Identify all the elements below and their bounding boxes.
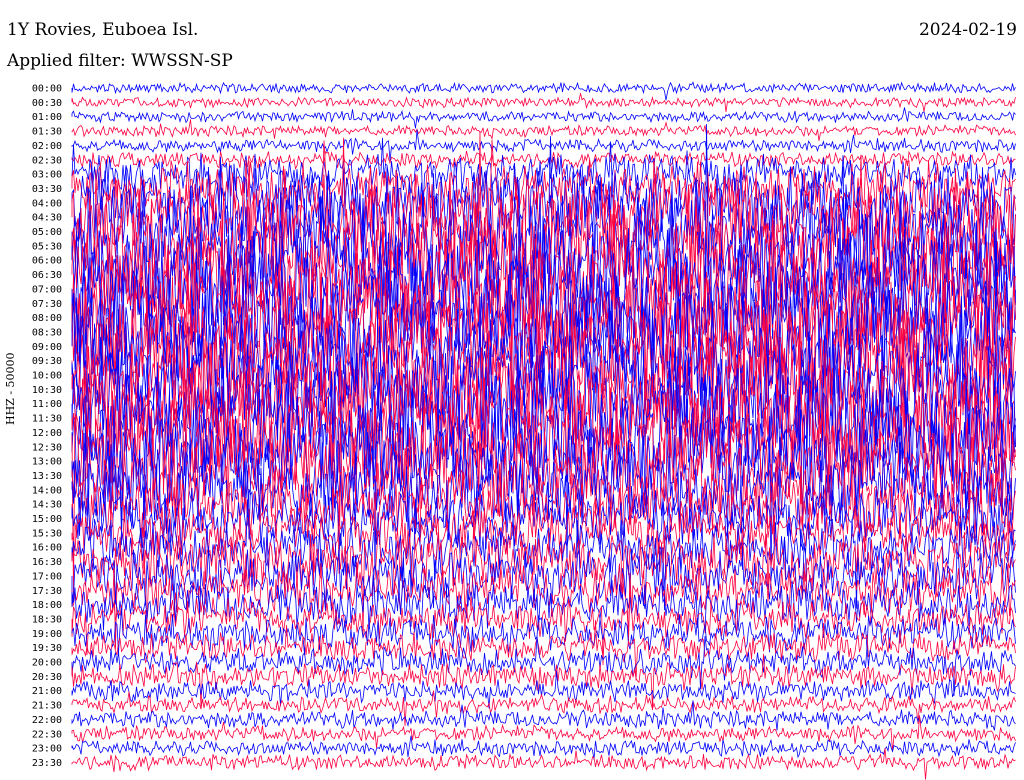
tick-label: 21:00 xyxy=(32,686,62,697)
tick-label: 05:30 xyxy=(32,241,62,252)
tick-label: 01:00 xyxy=(32,112,62,123)
tick-label: 22:30 xyxy=(32,729,62,740)
tick-label: 10:30 xyxy=(32,385,62,396)
tick-label: 09:30 xyxy=(32,356,62,367)
tick-label: 04:00 xyxy=(32,198,62,209)
tick-label: 05:00 xyxy=(32,227,62,238)
tick-label: 00:30 xyxy=(32,98,62,109)
tick-label: 02:00 xyxy=(32,141,62,152)
tick-label: 20:30 xyxy=(32,672,62,683)
tick-label: 11:00 xyxy=(32,399,62,410)
trace-row xyxy=(71,81,1016,101)
tick-label: 19:00 xyxy=(32,629,62,640)
tick-label: 04:30 xyxy=(32,213,62,224)
tick-label: 23:30 xyxy=(32,758,62,769)
tick-label: 14:30 xyxy=(32,500,62,511)
tick-label: 02:30 xyxy=(32,155,62,166)
tick-label: 13:30 xyxy=(32,471,62,482)
tick-label: 07:30 xyxy=(32,299,62,310)
tick-label: 08:30 xyxy=(32,327,62,338)
tick-label: 11:30 xyxy=(32,414,62,425)
tick-label: 17:30 xyxy=(32,586,62,597)
tick-label: 10:00 xyxy=(32,371,62,382)
trace-row xyxy=(71,107,1016,129)
tick-label: 15:00 xyxy=(32,514,62,525)
tick-label: 06:30 xyxy=(32,270,62,281)
trace-row xyxy=(71,607,1016,655)
tick-label: 09:00 xyxy=(32,342,62,353)
tick-label: 03:00 xyxy=(32,170,62,181)
trace-row xyxy=(71,526,1016,621)
trace-row xyxy=(71,748,1016,780)
tick-label: 23:00 xyxy=(32,744,62,755)
tick-label: 12:00 xyxy=(32,428,62,439)
trace-row xyxy=(71,150,1016,172)
time-tick-labels: 00:00 00:30 01:00 01:30 02:00 02:30 03:00 03:30… xyxy=(32,84,62,769)
tick-label: 17:00 xyxy=(32,571,62,582)
tick-label: 08:00 xyxy=(32,313,62,324)
tick-label: 22:00 xyxy=(32,715,62,726)
tick-label: 00:00 xyxy=(32,84,62,95)
tick-label: 13:00 xyxy=(32,457,62,468)
tick-label: 18:00 xyxy=(32,600,62,611)
helicorder-plot: 00:00 00:30 01:00 01:30 02:00 02:30 03:00 03:30… xyxy=(32,81,1016,780)
tick-label: 06:00 xyxy=(32,256,62,267)
seismic-traces xyxy=(71,81,1016,780)
tick-label: 07:00 xyxy=(32,284,62,295)
tick-label: 14:00 xyxy=(32,485,62,496)
tick-label: 21:30 xyxy=(32,701,62,712)
tick-label: 15:30 xyxy=(32,528,62,539)
tick-label: 19:30 xyxy=(32,643,62,654)
tick-label: 18:30 xyxy=(32,614,62,625)
tick-label: 03:30 xyxy=(32,184,62,195)
tick-label: 20:00 xyxy=(32,658,62,669)
trace-row xyxy=(71,93,1016,112)
tick-label: 12:30 xyxy=(32,442,62,453)
tick-label: 16:00 xyxy=(32,543,62,554)
tick-label: 16:30 xyxy=(32,557,62,568)
trace-row xyxy=(71,119,1016,141)
tick-label: 01:30 xyxy=(32,127,62,138)
